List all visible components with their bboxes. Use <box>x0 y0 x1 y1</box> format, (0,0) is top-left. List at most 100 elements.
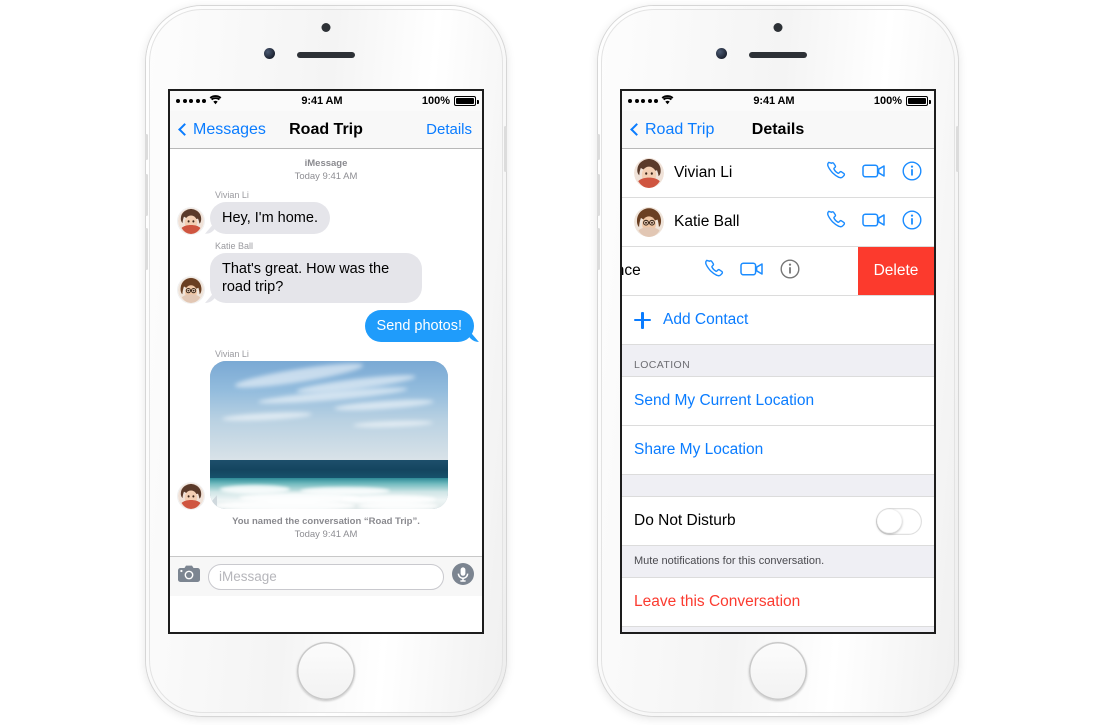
vivian-avatar <box>634 158 664 188</box>
system-note-line2: Today 9:41 AM <box>294 528 358 540</box>
leave-conversation-button[interactable]: Leave this Conversation <box>622 578 934 627</box>
status-right-group: 100% <box>421 95 479 107</box>
info-icon[interactable] <box>902 209 922 235</box>
system-note: You named the conversation “Road Trip”. … <box>170 516 482 542</box>
do-not-disturb-toggle[interactable] <box>876 507 922 535</box>
message-sender-label: Katie Ball <box>215 240 254 251</box>
do-not-disturb-footnote: Mute notifications for this conversation… <box>622 546 934 578</box>
message-list[interactable]: iMessage Today 9:41 AM Vivian Li Hey, I'… <box>170 149 482 596</box>
delete-button[interactable]: Delete <box>858 247 934 295</box>
signal-strength-icon <box>176 99 206 103</box>
home-button[interactable] <box>749 642 807 700</box>
front-camera-icon <box>716 48 727 59</box>
location-section-header: LOCATION <box>622 345 934 377</box>
battery-percent-label: 100% <box>421 95 450 107</box>
microphone-icon[interactable] <box>452 563 474 590</box>
volume-up-button[interactable] <box>145 174 148 216</box>
message-bubble-incoming[interactable]: That's great. How was the road trip? <box>210 252 422 303</box>
send-current-location-button[interactable]: Send My Current Location <box>622 377 934 426</box>
contact-row-katie[interactable]: Katie Ball <box>622 198 934 247</box>
status-bar-left: 9:41 AM 100% <box>170 91 482 111</box>
message-sender-label: Vivian Li <box>215 189 249 200</box>
power-button[interactable] <box>956 126 959 172</box>
list-bottom-spacer <box>622 627 934 632</box>
contact-name: Vivian Li <box>674 164 733 181</box>
details-button[interactable]: Details <box>426 121 472 138</box>
info-icon[interactable] <box>902 160 922 186</box>
contact-row-vance[interactable]: Vance Delete <box>622 247 934 296</box>
share-my-location-button[interactable]: Share My Location <box>622 426 934 475</box>
katie-avatar <box>634 207 664 237</box>
power-button[interactable] <box>504 126 507 172</box>
contact-actions <box>826 160 922 186</box>
earpiece-speaker <box>297 52 355 58</box>
imessage-placeholder: iMessage <box>219 569 277 584</box>
contact-actions <box>826 209 922 235</box>
toggle-knob <box>877 508 902 534</box>
silent-switch[interactable] <box>597 134 600 160</box>
back-button-messages[interactable]: Messages <box>178 120 266 139</box>
screen-right: 9:41 AM 100% Road Trip Details Vivian Li… <box>620 89 936 634</box>
photo-sky-region <box>210 361 448 461</box>
phone-icon[interactable] <box>826 161 846 186</box>
send-current-location-label: Send My Current Location <box>634 392 815 409</box>
status-clock: 9:41 AM <box>753 95 795 107</box>
silent-switch[interactable] <box>145 134 148 160</box>
message-bubble-outgoing[interactable]: Send photos! <box>364 310 474 343</box>
status-bar-right: 9:41 AM 100% <box>622 91 934 111</box>
contact-row-content: Vance <box>622 247 898 295</box>
earpiece-speaker <box>749 52 807 58</box>
volume-down-button[interactable] <box>597 228 600 270</box>
photo-ocean-region <box>210 460 448 480</box>
add-contact-label: Add Contact <box>663 311 749 328</box>
iphone-left: 9:41 AM 100% Messages Road Trip Details … <box>145 6 507 716</box>
system-note-line1: You named the conversation “Road Trip”. <box>232 516 420 528</box>
katie-avatar[interactable] <box>178 277 204 303</box>
ocean-beach-photo[interactable] <box>210 361 448 510</box>
proximity-sensor-icon <box>321 23 331 32</box>
message-row: Hey, I'm home. <box>170 201 482 234</box>
conversation-service-stamp: iMessage Today 9:41 AM <box>170 158 482 184</box>
phone-icon[interactable] <box>704 259 724 284</box>
status-left-group <box>628 94 674 108</box>
info-icon[interactable] <box>780 258 800 284</box>
vivian-avatar[interactable] <box>178 207 204 234</box>
do-not-disturb-row[interactable]: Do Not Disturb <box>622 497 934 546</box>
contact-name: Vance <box>622 262 641 279</box>
do-not-disturb-label: Do Not Disturb <box>634 512 736 529</box>
nav-bar-left: Messages Road Trip Details <box>170 111 482 149</box>
service-timestamp: Today 9:41 AM <box>294 170 358 182</box>
chevron-left-icon <box>630 123 643 136</box>
details-list[interactable]: Vivian Li Katie Ball ce Delete Add Conta… <box>622 149 934 632</box>
plus-icon <box>634 311 651 329</box>
volume-down-button[interactable] <box>145 228 148 270</box>
photo-surf-region <box>210 478 448 510</box>
contact-name: Katie Ball <box>674 213 740 230</box>
camera-icon[interactable] <box>178 565 200 588</box>
back-button-label: Messages <box>193 120 266 138</box>
screen-left: 9:41 AM 100% Messages Road Trip Details … <box>168 89 484 634</box>
wifi-icon <box>209 94 222 108</box>
message-row-photo <box>170 361 482 510</box>
search-like-imessage-input[interactable]: iMessage <box>208 563 444 590</box>
add-contact-button[interactable]: Add Contact <box>622 296 934 345</box>
chevron-left-icon <box>178 123 191 136</box>
contact-actions <box>704 258 800 284</box>
home-button[interactable] <box>297 642 355 700</box>
section-spacer <box>622 475 934 497</box>
message-sender-label: Vivian Li <box>215 349 249 360</box>
wifi-icon <box>661 94 674 108</box>
volume-up-button[interactable] <box>597 174 600 216</box>
video-icon[interactable] <box>862 163 886 184</box>
back-button-road-trip[interactable]: Road Trip <box>630 121 714 139</box>
contact-row-vivian[interactable]: Vivian Li <box>622 149 934 198</box>
message-row: Send photos! <box>170 310 482 343</box>
message-bubble-incoming[interactable]: Hey, I'm home. <box>210 201 330 234</box>
battery-full-icon <box>454 96 479 106</box>
video-icon[interactable] <box>740 261 764 282</box>
vivian-avatar[interactable] <box>178 483 204 510</box>
battery-full-icon <box>906 96 931 106</box>
phone-icon[interactable] <box>826 210 846 235</box>
video-icon[interactable] <box>862 212 886 233</box>
front-camera-icon <box>264 48 275 59</box>
